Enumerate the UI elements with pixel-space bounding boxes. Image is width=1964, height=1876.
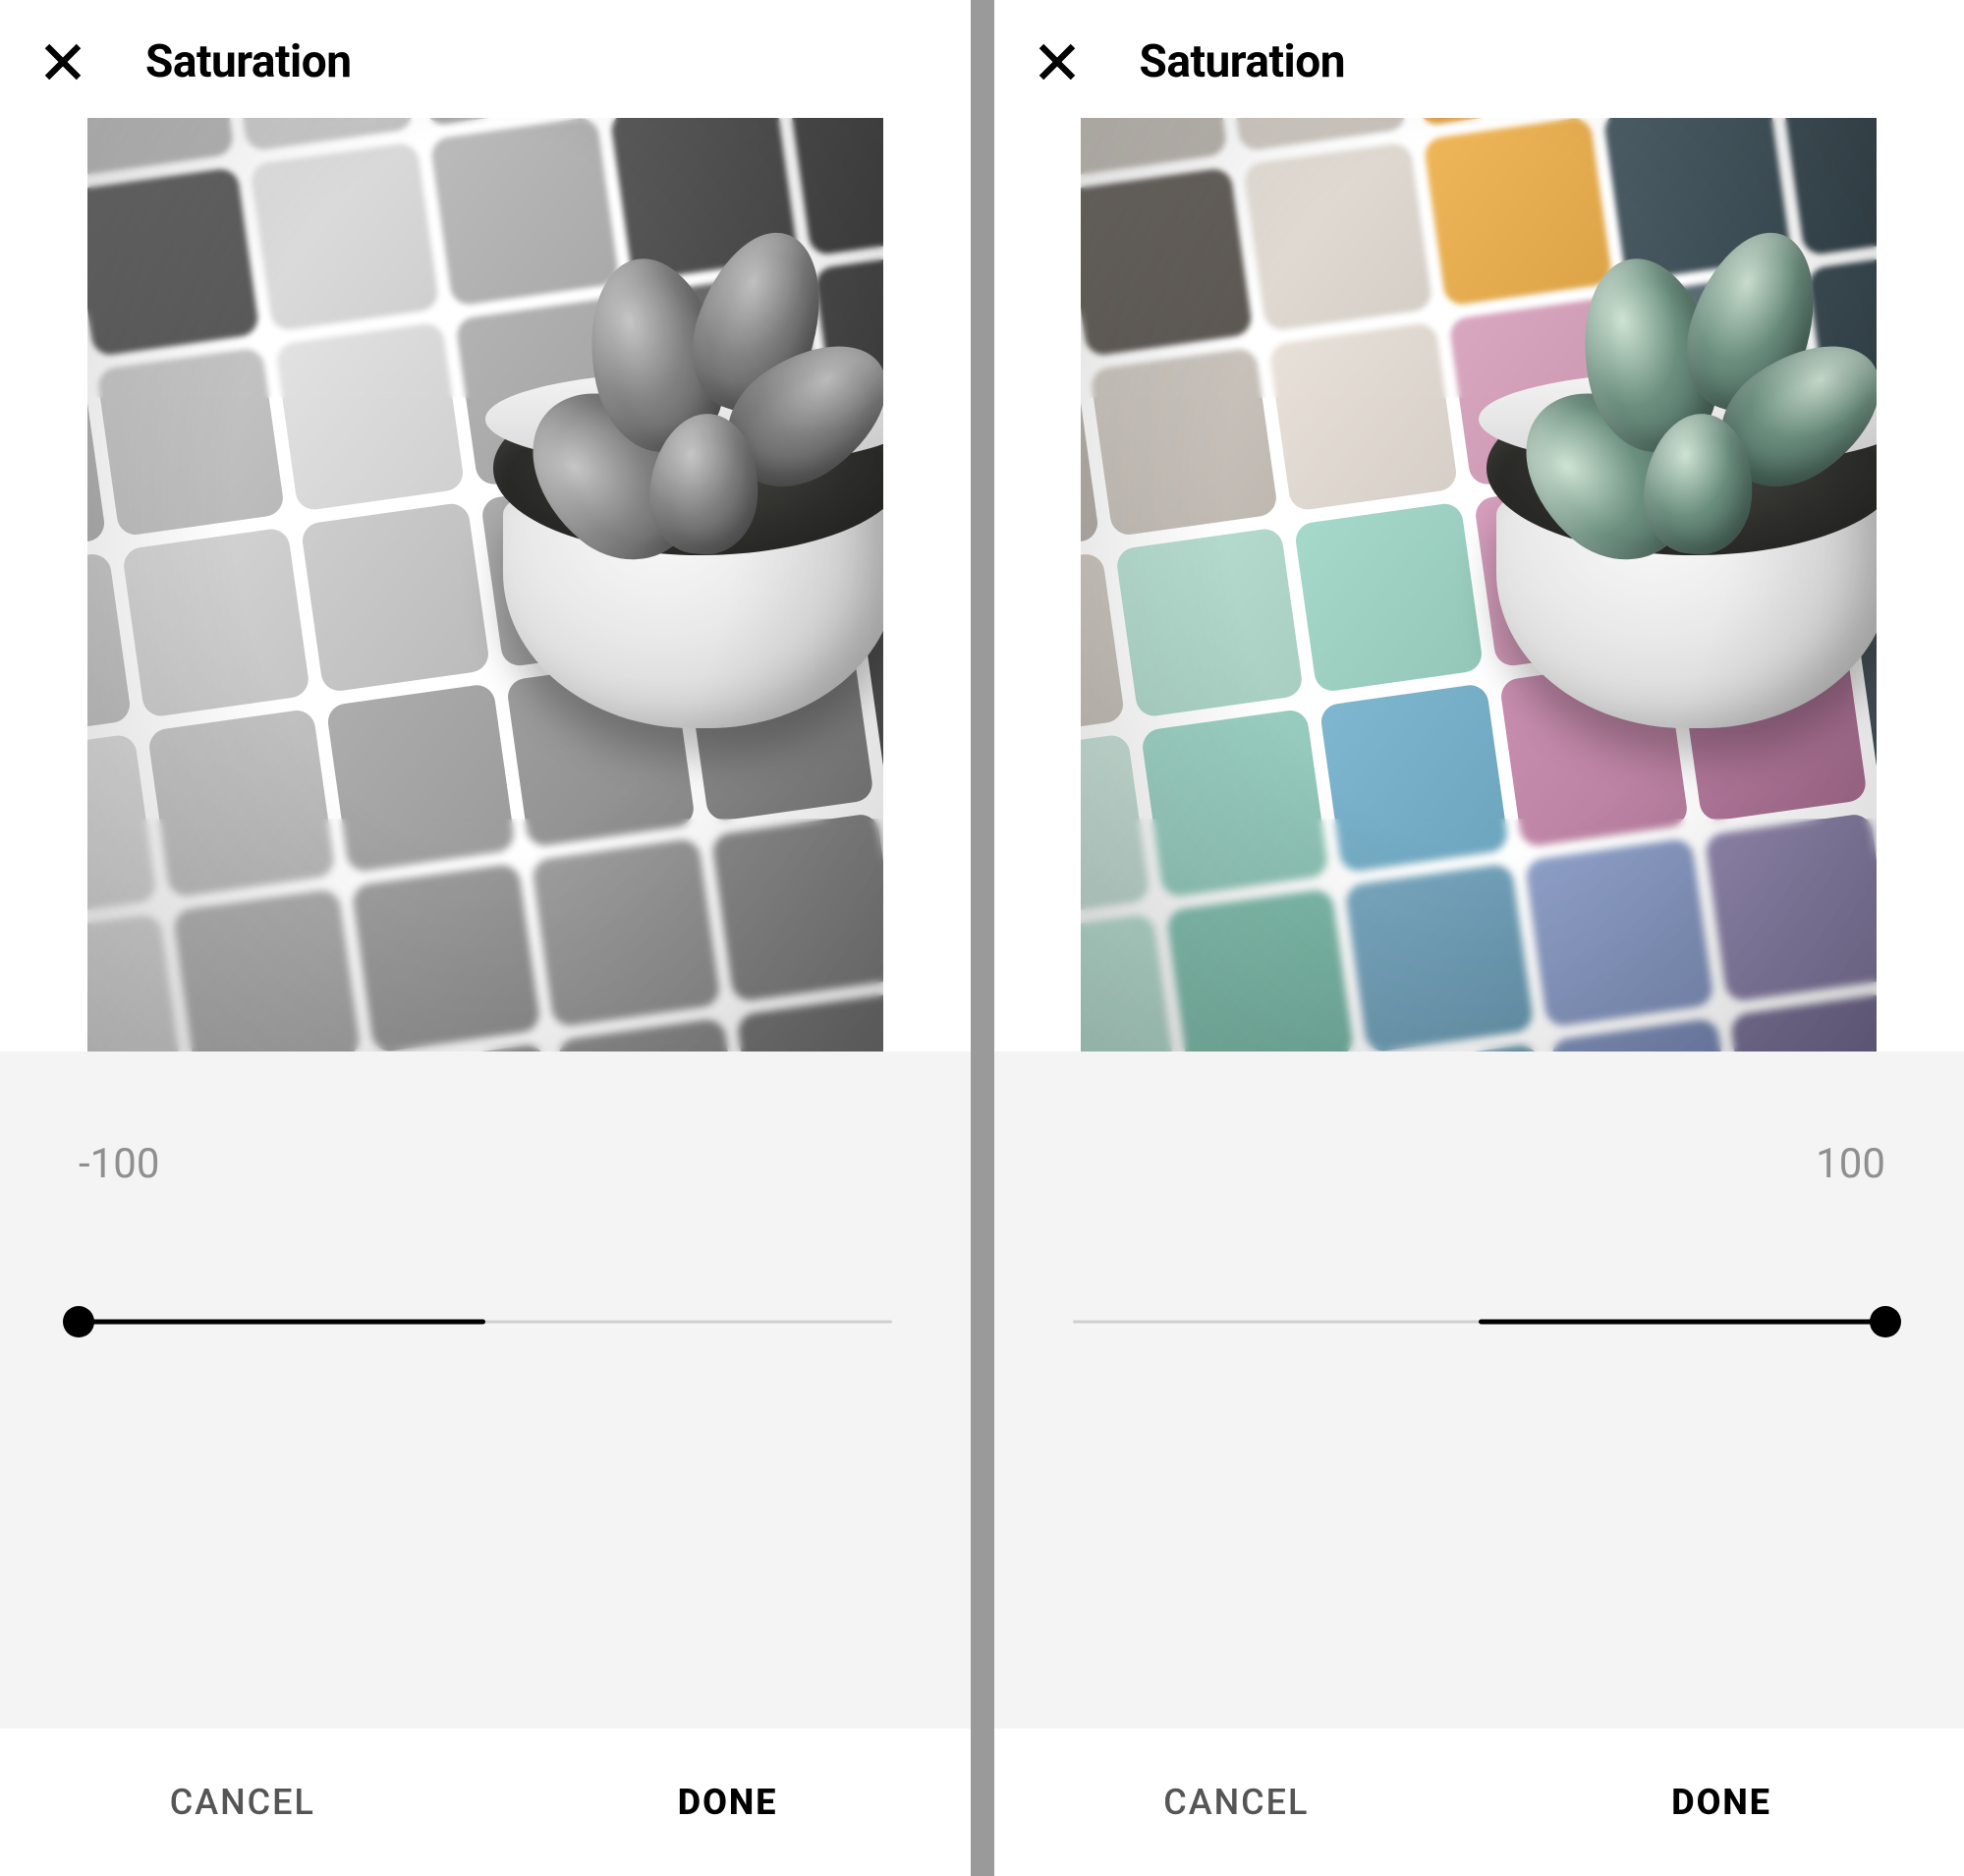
header: Saturation: [0, 0, 971, 118]
header: Saturation: [994, 0, 1964, 118]
controls-area: -100: [0, 1052, 971, 1729]
image-preview-wrap: [994, 118, 1964, 1052]
slider-value-row: -100: [79, 1140, 892, 1199]
slider-value: -100: [79, 1140, 159, 1188]
saturation-slider[interactable]: [1073, 1307, 1886, 1336]
slider-value-row: 100: [1073, 1140, 1886, 1199]
slider-thumb[interactable]: [63, 1306, 94, 1337]
close-icon[interactable]: [39, 38, 86, 85]
image-preview: [1081, 118, 1877, 1052]
saturation-editor-panel-left: Saturation -100 CANCEL: [0, 0, 982, 1876]
slider-track-active: [1479, 1320, 1885, 1325]
done-button[interactable]: DONE: [485, 1729, 971, 1876]
close-icon[interactable]: [1034, 38, 1081, 85]
slider-value: 100: [1816, 1140, 1885, 1188]
screen-title: Saturation: [1140, 35, 1345, 88]
cancel-button[interactable]: CANCEL: [0, 1729, 485, 1876]
saturation-editor-panel-right: Saturation 100 CANCEL: [982, 0, 1964, 1876]
slider-thumb[interactable]: [1870, 1306, 1901, 1337]
succulent-pot: [1447, 230, 1877, 771]
footer: CANCEL DONE: [0, 1729, 971, 1876]
controls-area: 100: [994, 1052, 1964, 1729]
cancel-button[interactable]: CANCEL: [994, 1729, 1480, 1876]
slider-track-active: [79, 1320, 485, 1325]
screen-title: Saturation: [145, 35, 351, 88]
image-preview: [87, 118, 883, 1052]
succulent-pot: [453, 230, 882, 771]
image-preview-wrap: [0, 118, 971, 1052]
done-button[interactable]: DONE: [1479, 1729, 1964, 1876]
footer: CANCEL DONE: [994, 1729, 1964, 1876]
saturation-slider[interactable]: [79, 1307, 892, 1336]
